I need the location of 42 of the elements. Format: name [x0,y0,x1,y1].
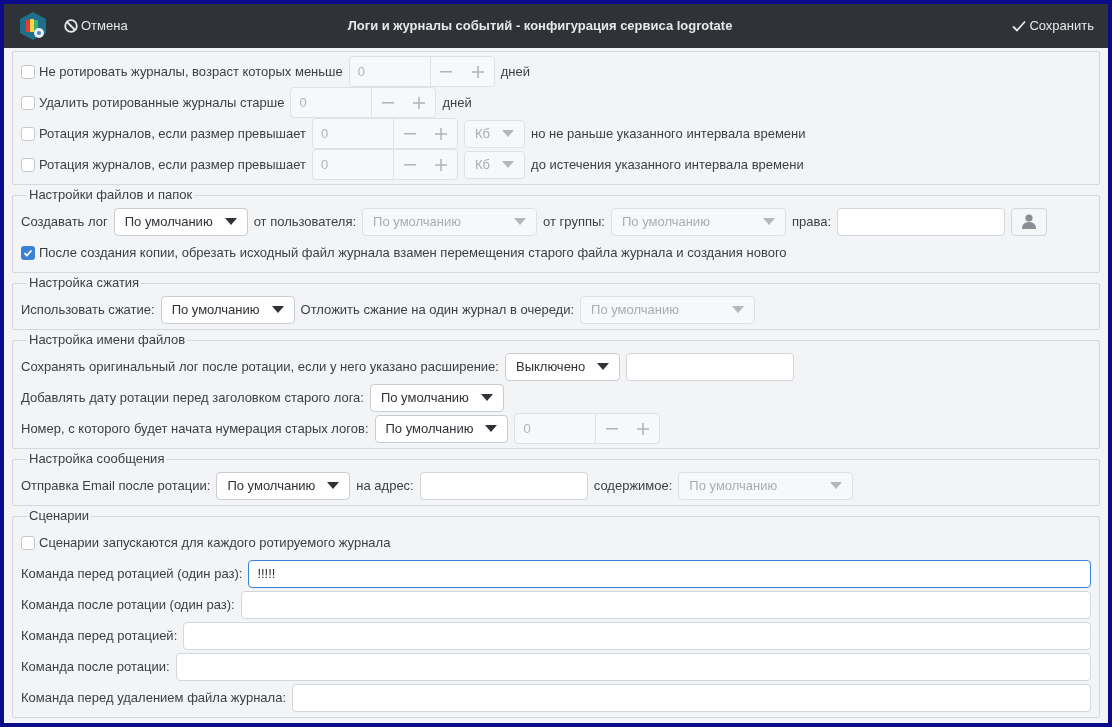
field-label: дней [500,62,530,81]
field-label: Номер, с которого будет начата нумерация старых логов: [21,419,369,438]
field-label: от группы: [543,212,605,231]
checkbox-option[interactable]: Сценарии запускаются для каждого ротируемого журнала [21,532,391,553]
group-title: Настройки файлов и папок [27,187,195,203]
dropdown[interactable]: По умолчанию [369,383,504,412]
field-label: Создавать лог [21,212,108,231]
field-label: дней [442,93,472,112]
field-label: Сохранять оригинальный лог после ротации, если у него указано расширение: [21,357,499,376]
checkbox-option[interactable]: Ротация журналов, если размер превышает [21,154,306,175]
group-title: Настройка имени файлов [27,332,188,348]
save-button[interactable]: Сохранить [1012,16,1094,36]
field-label: Команда перед удалением файла журнала: [21,688,286,707]
text-field[interactable]: !!!!! [248,559,1091,588]
field-label: Команда после ротации (один раз): [21,595,235,614]
field-label: но не раньше указанного интервала времени [531,124,806,143]
field-label: права: [791,212,832,231]
checkbox-option[interactable]: После создания копии, обрезать исходный файл журнала взамен перемещения старого файла журнала и создания нового [21,242,787,263]
field-label: от пользователя: [253,212,357,231]
window-title: Логи и журналы событий - конфигурация сервиса logrotate [347,17,733,36]
checkbox-option[interactable]: Ротация журналов, если размер превышает [21,123,306,144]
field-label: на адрес: [356,476,414,495]
checkbox-option[interactable]: Удалить ротированные журналы старше [21,92,285,113]
field-label: Команда после ротации: [21,657,170,676]
dropdown[interactable]: По умолчанию [160,295,295,324]
group-title: Сценарии [27,508,92,524]
group-title: Настройка сжатия [27,275,142,291]
dropdown[interactable]: Выключено [504,352,621,381]
cancel-button[interactable]: Отмена [64,16,128,36]
field-label: Команда перед ротацией (один раз): [21,564,243,583]
field-label: Команда перед ротацией: [21,626,178,645]
field-label: Отправка Email после ротации: [21,476,211,495]
field-label: Отложить сжание на один журнал в очереди: [300,300,575,319]
field-label: Добавлять дату ротации перед заголовком старого лога: [21,388,364,407]
field-label: до истечения указанного интервала времени [531,155,804,174]
dropdown[interactable]: По умолчанию [216,471,351,500]
group-title: Настройка сообщения [27,451,167,467]
dropdown[interactable]: По умолчанию [374,414,509,443]
field-label: Использовать сжатие: [21,300,155,319]
checkbox-option[interactable]: Не ротировать журналы, возраст которых меньше [21,61,343,82]
field-label: содержимое: [593,476,673,495]
dropdown[interactable]: По умолчанию [113,207,248,236]
